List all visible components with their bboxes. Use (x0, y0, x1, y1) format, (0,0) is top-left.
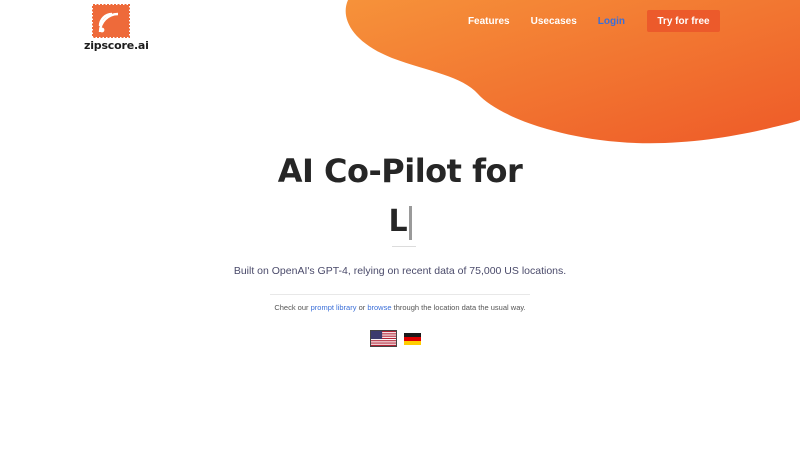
zipscore-logo-icon (92, 4, 130, 38)
try-for-free-button[interactable]: Try for free (647, 10, 720, 32)
germany-flag-icon[interactable] (404, 332, 421, 345)
nav-features-link[interactable]: Features (468, 16, 510, 27)
text-caret (408, 206, 412, 240)
divider (270, 294, 530, 295)
top-nav: Features Usecases Login Try for free (447, 10, 720, 32)
nav-login-link[interactable]: Login (598, 16, 625, 27)
nav-usecases-link[interactable]: Usecases (531, 16, 577, 27)
typed-text: L (388, 204, 408, 239)
hero-title: AI Co-Pilot for (277, 152, 523, 190)
helper-suffix: through the location data the usual way. (393, 303, 526, 312)
prompt-library-link[interactable]: prompt library (311, 303, 357, 312)
hero-subtitle: Built on OpenAI's GPT-4, relying on rece… (233, 265, 567, 277)
logo[interactable]: zipscore.ai (82, 4, 152, 52)
typed-text-row: L (0, 204, 800, 244)
us-flag-icon[interactable] (370, 330, 397, 347)
helper-text: Check our prompt library or browse throu… (0, 303, 800, 312)
logo-wordmark: zipscore.ai (84, 39, 149, 52)
browse-link[interactable]: browse (367, 303, 391, 312)
language-switcher (370, 330, 421, 347)
helper-prefix: Check our (274, 303, 309, 312)
caret-underline (392, 246, 416, 247)
helper-middle: or (358, 303, 366, 312)
